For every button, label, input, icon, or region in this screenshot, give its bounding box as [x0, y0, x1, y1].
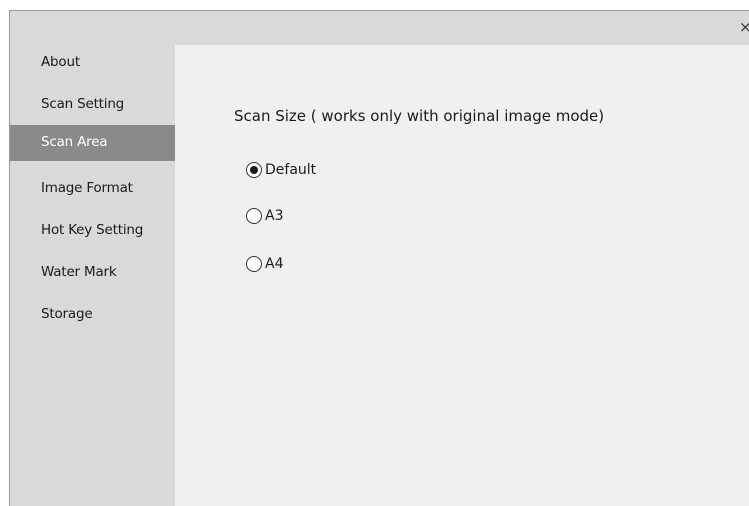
- radio-a3-label: A3: [265, 208, 284, 224]
- scan-size-a3-option[interactable]: A3: [246, 206, 283, 226]
- sidebar-item-scan-area[interactable]: Scan Area: [10, 125, 175, 161]
- scan-area-panel: Scan Size ( works only with original ima…: [175, 45, 749, 506]
- sidebar-item-hot-key-setting[interactable]: Hot Key Setting: [10, 213, 175, 255]
- sidebar-item-image-format[interactable]: Image Format: [10, 171, 175, 213]
- scan-size-a4-option[interactable]: A4: [246, 254, 283, 274]
- radio-a4-label: A4: [265, 256, 284, 272]
- sidebar-item-storage[interactable]: Storage: [10, 297, 175, 339]
- radio-default[interactable]: [246, 162, 262, 178]
- title-bar: ×: [10, 11, 749, 45]
- sidebar-item-water-mark[interactable]: Water Mark: [10, 255, 175, 297]
- close-icon[interactable]: ×: [739, 19, 749, 35]
- scan-size-default-option[interactable]: Default: [246, 160, 316, 180]
- sidebar: About Scan Setting Scan Area Image Forma…: [10, 45, 175, 506]
- sidebar-item-scan-setting[interactable]: Scan Setting: [10, 87, 175, 129]
- scan-size-heading: Scan Size ( works only with original ima…: [234, 107, 605, 125]
- radio-a4[interactable]: [246, 256, 262, 272]
- radio-default-label: Default: [265, 162, 317, 178]
- radio-a3[interactable]: [246, 208, 262, 224]
- settings-window: × About Scan Setting Scan Area Image For…: [9, 10, 749, 506]
- sidebar-item-about[interactable]: About: [10, 45, 175, 87]
